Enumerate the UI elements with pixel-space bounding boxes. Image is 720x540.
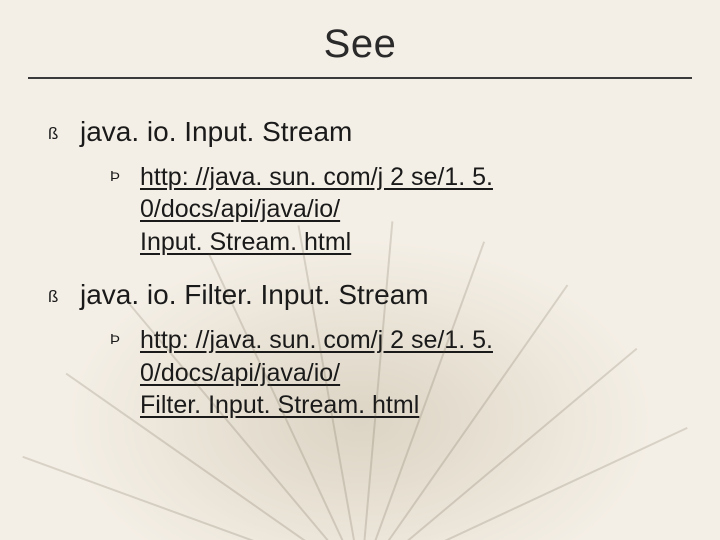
- slide: See ß java. io. Input. Stream Þ http: //…: [0, 0, 720, 540]
- link-line: Filter. Input. Stream. html: [140, 391, 419, 419]
- slide-content: ß java. io. Input. Stream Þ http: //java…: [0, 79, 720, 422]
- doc-link-filterinputstream[interactable]: http: //java. sun. com/j 2 se/1. 5. 0/do…: [140, 324, 672, 422]
- bullet-label: java. io. Filter. Input. Stream: [80, 276, 429, 314]
- link-line: http: //java. sun. com/j 2 se/1. 5. 0/do…: [140, 163, 493, 224]
- bullet-item-1: ß java. io. Input. Stream: [48, 113, 672, 151]
- sub-bullet-glyph: Þ: [110, 330, 124, 350]
- doc-link-inputstream[interactable]: http: //java. sun. com/j 2 se/1. 5. 0/do…: [140, 161, 672, 259]
- slide-title: See: [0, 0, 720, 67]
- bullet-label: java. io. Input. Stream: [80, 113, 352, 151]
- sub-bullet-item-1: Þ http: //java. sun. com/j 2 se/1. 5. 0/…: [110, 161, 672, 259]
- bullet-glyph: ß: [48, 286, 62, 309]
- link-line: Input. Stream. html: [140, 228, 351, 256]
- sub-bullet-item-2: Þ http: //java. sun. com/j 2 se/1. 5. 0/…: [110, 324, 672, 422]
- bullet-glyph: ß: [48, 123, 62, 146]
- sub-bullet-glyph: Þ: [110, 167, 124, 187]
- link-line: http: //java. sun. com/j 2 se/1. 5. 0/do…: [140, 326, 493, 387]
- bullet-item-2: ß java. io. Filter. Input. Stream: [48, 276, 672, 314]
